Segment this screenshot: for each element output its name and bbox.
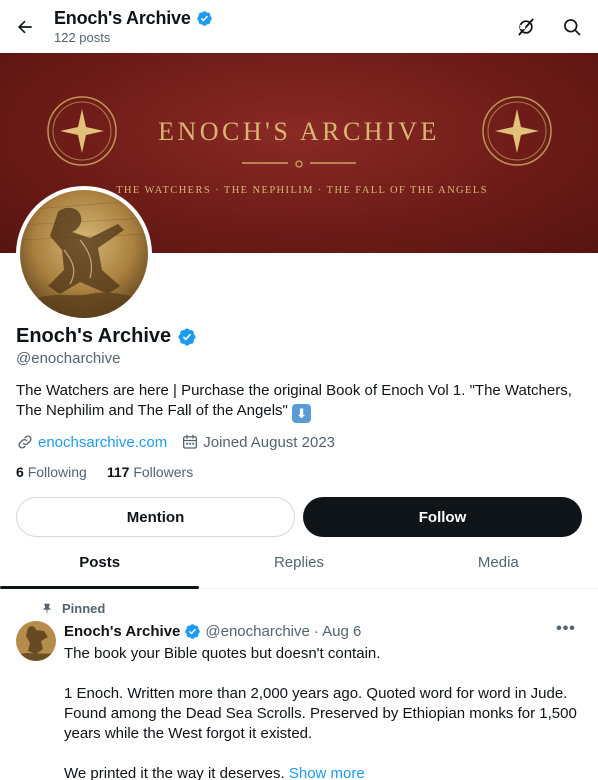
- joined-date: Joined August 2023: [203, 433, 336, 451]
- follow-stats: 6 Following 117 Followers: [16, 464, 193, 480]
- post-line-3-wrap: We printed it the way it deserves. Show …: [64, 764, 584, 780]
- post-line-3: We printed it the way it deserves.: [64, 765, 285, 780]
- post-avatar-image: [16, 621, 56, 661]
- link-icon: [18, 435, 32, 449]
- profile-handle: @enocharchive: [16, 350, 121, 367]
- left-star-emblem-icon: [47, 96, 117, 166]
- website-link[interactable]: enochsarchive.com: [38, 434, 167, 451]
- followers-count: 117: [106, 464, 130, 480]
- profile-tabs: Posts Replies Media: [0, 537, 598, 589]
- pinned-indicator: Pinned: [40, 601, 105, 616]
- following-count: 6: [16, 464, 24, 480]
- banner-divider: [242, 160, 356, 168]
- search-button[interactable]: [558, 13, 586, 41]
- search-icon: [564, 19, 581, 36]
- banner-subtitle: THE WATCHERS · THE NEPHILIM · THE FALL O…: [116, 185, 488, 196]
- pin-icon: [42, 603, 52, 615]
- post-author-name[interactable]: Enoch's Archive: [64, 623, 180, 640]
- down-arrow-emoji-icon: ⬇: [292, 404, 312, 423]
- follow-button[interactable]: Follow: [303, 497, 582, 537]
- pinned-label: Pinned: [62, 601, 106, 616]
- verified-badge-icon: [185, 624, 201, 639]
- post-count: 122 posts: [54, 30, 111, 45]
- followers-link[interactable]: 117 Followers: [107, 464, 193, 480]
- calendar-icon: [183, 434, 198, 449]
- back-button[interactable]: [10, 12, 40, 42]
- back-arrow-icon: [17, 20, 32, 34]
- post-author-avatar[interactable]: [16, 621, 56, 661]
- post-header: Enoch's Archive @enocharchive · Aug 6: [64, 623, 361, 640]
- more-options-icon[interactable]: •••: [554, 619, 578, 639]
- profile-bio: The Watchers are here | Purchase the ori…: [16, 381, 586, 423]
- following-link[interactable]: 6 Following: [16, 464, 87, 480]
- verified-badge-icon: [196, 11, 212, 26]
- post-body: The book your Bible quotes but doesn't c…: [64, 644, 584, 780]
- avatar-engraving-image: [20, 190, 148, 318]
- verified-badge-icon[interactable]: [177, 327, 197, 347]
- right-star-emblem-icon: [482, 96, 552, 166]
- top-bar: Enoch's Archive 122 posts: [0, 0, 598, 53]
- header-title: Enoch's Archive: [54, 8, 213, 29]
- profile-meta: enochsarchive.com Joined August 2023: [16, 433, 335, 451]
- profile-avatar[interactable]: [16, 186, 152, 322]
- profile-display-name: Enoch's Archive: [16, 325, 172, 347]
- grok-icon: [518, 18, 534, 36]
- tab-replies[interactable]: Replies: [199, 537, 398, 588]
- show-more-link[interactable]: Show more: [289, 765, 365, 780]
- tab-media[interactable]: Media: [399, 537, 598, 588]
- post-author-handle[interactable]: @enocharchive: [205, 623, 309, 640]
- followers-label: Followers: [133, 464, 194, 480]
- header-name: Enoch's Archive: [54, 8, 191, 28]
- mention-button[interactable]: Mention: [16, 497, 295, 537]
- post-line-2: 1 Enoch. Written more than 2,000 years a…: [64, 685, 577, 742]
- banner-title: ENOCH'S ARCHIVE: [158, 117, 440, 146]
- profile-name: Enoch's Archive: [16, 325, 197, 348]
- tab-posts[interactable]: Posts: [0, 537, 200, 589]
- grok-button[interactable]: [512, 13, 540, 41]
- post-line-1: The book your Bible quotes but doesn't c…: [64, 645, 381, 662]
- following-label: Following: [27, 464, 87, 480]
- post-date[interactable]: · Aug 6: [314, 623, 362, 640]
